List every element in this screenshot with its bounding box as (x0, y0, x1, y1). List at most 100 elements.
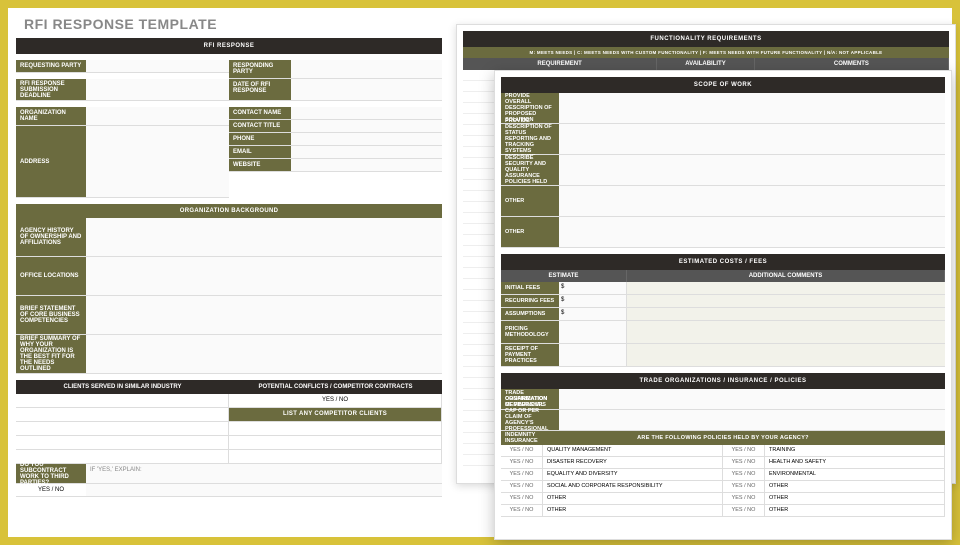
input-requesting-party[interactable] (86, 60, 229, 72)
trade-label: CONFIRMATION OF FINANCIAL CAP OR PER CLA… (501, 410, 559, 430)
est-value[interactable]: $ (559, 295, 627, 307)
competitor-cell[interactable] (229, 422, 442, 435)
col-availability: AVAILABILITY (657, 58, 755, 70)
est-label: RECEIPT OF PAYMENT PRACTICES (501, 344, 559, 366)
document-title: RFI RESPONSE TEMPLATE (16, 12, 442, 38)
input-office-locations[interactable] (86, 257, 442, 295)
input-website[interactable] (291, 159, 442, 171)
col-requirement: REQUIREMENT (463, 58, 657, 70)
label-office-locations: OFFICE LOCATIONS (16, 257, 86, 295)
est-comments[interactable] (627, 295, 945, 307)
scope-label: DESCRIBE SECURITY AND QUALITY ASSURANCE … (501, 155, 559, 185)
label-address: ADDRESS (16, 126, 86, 197)
policy-yesno[interactable]: YES / NO (723, 469, 765, 480)
policy-yesno[interactable]: YES / NO (501, 445, 543, 456)
input-date[interactable] (291, 79, 442, 100)
policy-name: TRAINING (765, 445, 945, 456)
policy-yesno[interactable]: YES / NO (501, 469, 543, 480)
policy-name: OTHER (765, 481, 945, 492)
client-cell[interactable] (16, 394, 229, 407)
input-email[interactable] (291, 146, 442, 158)
est-label: ASSUMPTIONS (501, 308, 559, 320)
scope-label: OTHER (501, 217, 559, 247)
label-phone: PHONE (229, 133, 291, 145)
label-responding-party: RESPONDING PARTY (229, 60, 291, 78)
conflicts-header: POTENTIAL CONFLICTS / COMPETITOR CONTRAC… (229, 380, 442, 394)
est-label: PRICING METHODOLOGY (501, 321, 559, 343)
policy-yesno[interactable]: YES / NO (501, 457, 543, 468)
input-subcontract-explain[interactable] (86, 484, 442, 496)
policy-yesno[interactable]: YES / NO (723, 457, 765, 468)
input-summary[interactable] (86, 335, 442, 373)
label-if-explain: IF 'YES,' EXPLAIN: (86, 464, 442, 483)
policy-yesno[interactable]: YES / NO (723, 445, 765, 456)
functionality-legend: M: MEETS NEEDS | C: MEETS NEEDS WITH CUS… (463, 47, 949, 58)
policy-name: OTHER (765, 493, 945, 504)
policy-name: HEALTH AND SAFETY (765, 457, 945, 468)
scope-input[interactable] (559, 186, 945, 216)
clients-header: CLIENTS SERVED IN SIMILAR INDUSTRY (16, 380, 229, 394)
policy-yesno[interactable]: YES / NO (501, 493, 543, 504)
est-comments[interactable] (627, 321, 945, 343)
scope-input[interactable] (559, 217, 945, 247)
policy-yesno[interactable]: YES / NO (501, 505, 543, 516)
functionality-header: FUNCTIONALITY REQUIREMENTS (463, 31, 949, 47)
col-comments: COMMENTS (755, 58, 949, 70)
input-competencies[interactable] (86, 296, 442, 334)
label-website: WEBSITE (229, 159, 291, 171)
policy-yesno[interactable]: YES / NO (723, 505, 765, 516)
scope-input[interactable] (559, 155, 945, 185)
trade-input[interactable] (559, 389, 945, 409)
est-label: RECURRING FEES (501, 295, 559, 307)
col-estimate: ESTIMATE (501, 270, 627, 282)
client-cell[interactable] (16, 422, 229, 435)
policy-yesno[interactable]: YES / NO (501, 481, 543, 492)
est-label: INITIAL FEES (501, 282, 559, 294)
label-deadline: RFI RESPONSE SUBMISSION DEADLINE (16, 79, 86, 100)
estimate-header: ESTIMATED COSTS / FEES (501, 254, 945, 270)
scope-input[interactable] (559, 93, 945, 123)
label-summary: BRIEF SUMMARY OF WHY YOUR ORGANIZATION I… (16, 335, 86, 373)
est-comments[interactable] (627, 282, 945, 294)
est-value[interactable]: $ (559, 308, 627, 320)
conflict-yesno[interactable]: YES / NO (229, 394, 442, 407)
policy-name: OTHER (543, 493, 723, 504)
input-phone[interactable] (291, 133, 442, 145)
policy-name: SOCIAL AND CORPORATE RESPONSIBILITY (543, 481, 723, 492)
scope-header: SCOPE OF WORK (501, 77, 945, 93)
est-value[interactable] (559, 321, 627, 343)
est-comments[interactable] (627, 344, 945, 366)
col-additional-comments: ADDITIONAL COMMENTS (627, 270, 945, 282)
scope-input[interactable] (559, 124, 945, 154)
input-agency-history[interactable] (86, 218, 442, 256)
label-org-name: ORGANIZATION NAME (16, 107, 86, 125)
rfi-response-header: RFI RESPONSE (16, 38, 442, 54)
client-cell[interactable] (16, 408, 229, 421)
trade-input[interactable] (559, 410, 945, 430)
policy-yesno[interactable]: YES / NO (723, 493, 765, 504)
trade-header: TRADE ORGANIZATIONS / INSURANCE / POLICI… (501, 373, 945, 389)
policy-name: EQUALITY AND DIVERSITY (543, 469, 723, 480)
list-competitor-header: LIST ANY COMPETITOR CLIENTS (229, 408, 442, 421)
policy-name: OTHER (765, 505, 945, 516)
label-email: EMAIL (229, 146, 291, 158)
label-competencies: BRIEF STATEMENT OF CORE BUSINESS COMPETE… (16, 296, 86, 334)
client-cell[interactable] (16, 436, 229, 449)
label-subcontract: DO YOU SUBCONTRACT WORK TO THIRD PARTIES… (16, 464, 86, 483)
est-value[interactable]: $ (559, 282, 627, 294)
input-contact-title[interactable] (291, 120, 442, 132)
page-scope: SCOPE OF WORK PROVIDE OVERALL DESCRIPTIO… (494, 70, 952, 540)
competitor-cell[interactable] (229, 450, 442, 463)
policy-yesno[interactable]: YES / NO (723, 481, 765, 492)
input-responding-party[interactable] (291, 60, 442, 78)
input-contact-name[interactable] (291, 107, 442, 119)
input-org-name[interactable] (86, 107, 229, 125)
input-deadline[interactable] (86, 79, 229, 100)
est-value[interactable] (559, 344, 627, 366)
est-comments[interactable] (627, 308, 945, 320)
subcontract-yesno[interactable]: YES / NO (16, 484, 86, 496)
competitor-cell[interactable] (229, 436, 442, 449)
input-address[interactable] (86, 126, 229, 197)
policy-name: OTHER (543, 505, 723, 516)
policy-name: DISASTER RECOVERY (543, 457, 723, 468)
